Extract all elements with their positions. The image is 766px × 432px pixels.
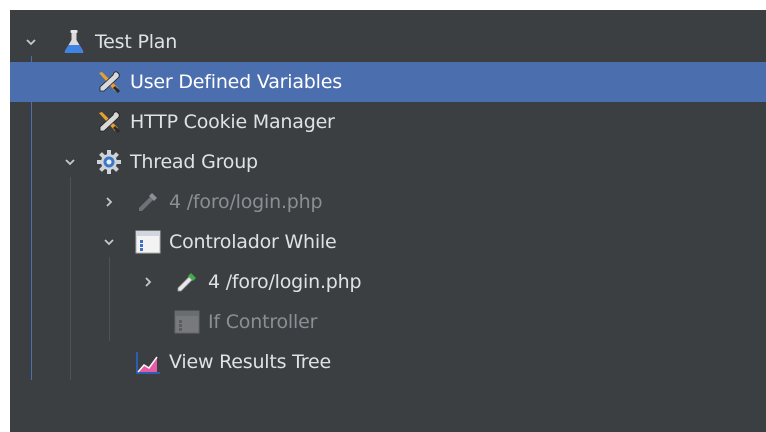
tree-row-if-controller[interactable]: If Controller [10, 302, 766, 342]
tree-item-label: User Defined Variables [130, 71, 342, 93]
tree-node-http-sampler[interactable]: 4 /foro/login.php [174, 262, 362, 302]
tree-item-label: Thread Group [130, 151, 258, 173]
tree-item-label: 4 /foro/login.php [208, 271, 362, 293]
tree-node-test-plan[interactable]: Test Plan [61, 22, 177, 62]
wrench-screwdriver-icon [96, 109, 122, 135]
chevron-down-icon[interactable] [61, 142, 79, 182]
wrench-screwdriver-icon [96, 69, 122, 95]
tree-item-label: HTTP Cookie Manager [130, 111, 335, 133]
tree-node-if-controller[interactable]: If Controller [174, 302, 317, 342]
chevron-right-icon[interactable] [139, 262, 157, 302]
flask-icon [61, 29, 87, 55]
pipette-icon [174, 269, 200, 295]
logic-controller-icon [174, 309, 200, 335]
gear-icon [96, 149, 122, 175]
tree-node-http-cookie-manager[interactable]: HTTP Cookie Manager [96, 102, 335, 142]
tree-row-http-cookie-manager[interactable]: HTTP Cookie Manager [10, 102, 766, 142]
tree-node-user-defined-variables[interactable]: User Defined Variables [96, 62, 342, 102]
chevron-down-icon[interactable] [22, 22, 40, 62]
tree-row-view-results-tree[interactable]: View Results Tree [10, 342, 766, 382]
pipette-icon [135, 189, 161, 215]
test-plan-tree: Test Plan User Defined Variables HTTP Co… [10, 10, 766, 432]
tree-row-user-defined-variables[interactable]: User Defined Variables [10, 62, 766, 102]
tree-item-label: View Results Tree [169, 351, 331, 373]
tree-node-view-results-tree[interactable]: View Results Tree [135, 342, 331, 382]
tree-item-label: If Controller [208, 311, 318, 333]
chevron-right-icon[interactable] [100, 182, 118, 222]
tree-row-thread-group[interactable]: Thread Group [10, 142, 766, 182]
tree-row-http-sampler[interactable]: 4 /foro/login.php [10, 262, 766, 302]
tree-item-label: Test Plan [95, 31, 178, 53]
chevron-down-icon[interactable] [100, 222, 118, 262]
tree-row-controlador-while[interactable]: Controlador While [10, 222, 766, 262]
tree-row-http-sampler-disabled[interactable]: 4 /foro/login.php [10, 182, 766, 222]
tree-node-thread-group[interactable]: Thread Group [96, 142, 258, 182]
results-chart-icon [135, 349, 161, 375]
tree-row-test-plan[interactable]: Test Plan [10, 22, 766, 62]
tree-node-http-sampler-disabled[interactable]: 4 /foro/login.php [135, 182, 323, 222]
tree-item-label: Controlador While [169, 231, 337, 253]
tree-node-controlador-while[interactable]: Controlador While [135, 222, 337, 262]
tree-item-label: 4 /foro/login.php [169, 191, 323, 213]
logic-controller-icon [135, 229, 161, 255]
